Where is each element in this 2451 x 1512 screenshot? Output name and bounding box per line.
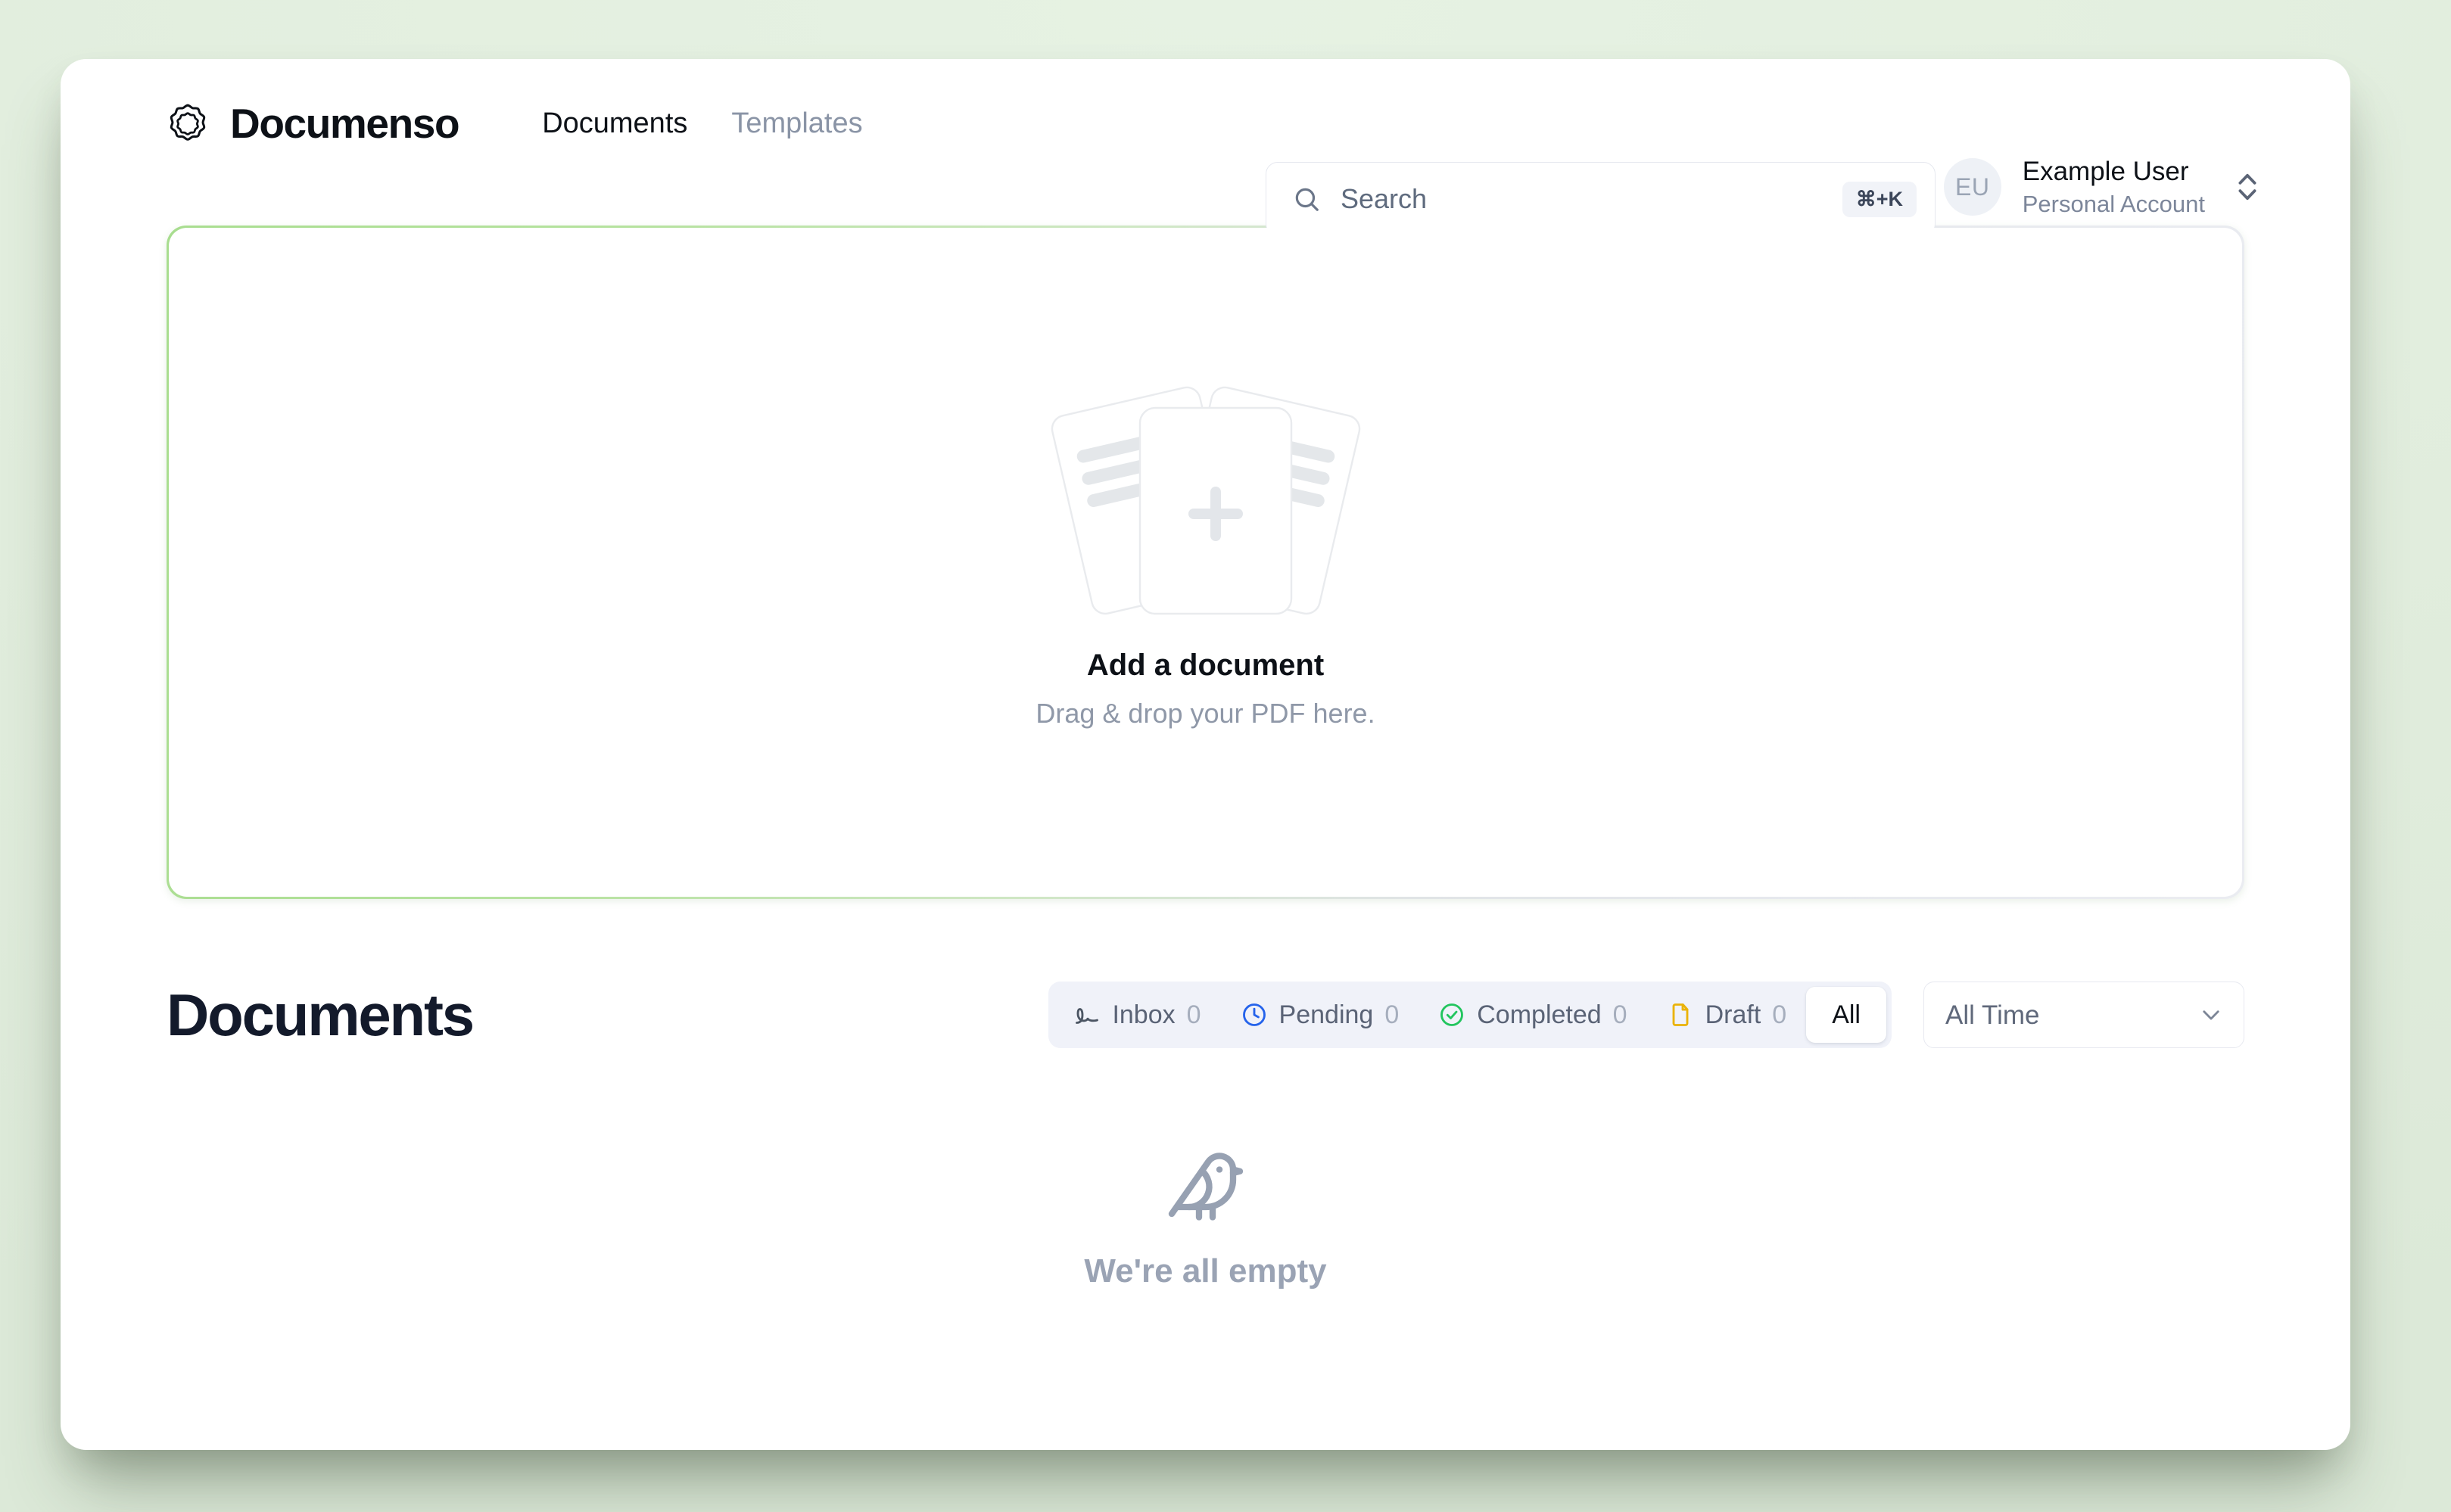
documents-empty-state: We're all empty (61, 1146, 2350, 1317)
document-dropzone[interactable]: Add a document Drag & drop your PDF here… (169, 228, 2242, 897)
nav-link-templates[interactable]: Templates (731, 109, 862, 138)
tab-draft[interactable]: Draft 0 (1647, 987, 1807, 1043)
dropzone-subtitle: Drag & drop your PDF here. (1036, 698, 1375, 729)
tab-all[interactable]: All (1806, 987, 1886, 1043)
tab-pending-count: 0 (1384, 1000, 1400, 1029)
tab-inbox-count: 0 (1186, 1000, 1201, 1029)
brand-logo-link[interactable]: Documenso (167, 99, 460, 147)
tab-all-label: All (1832, 1000, 1861, 1029)
signature-icon (1076, 1008, 1099, 1024)
search-icon (1295, 188, 1319, 211)
search-input[interactable]: Search ⌘+K (1266, 162, 1936, 236)
tab-pending-label: Pending (1278, 1000, 1374, 1029)
clock-icon (1242, 1003, 1266, 1026)
search-shortcut-badge: ⌘+K (1842, 181, 1917, 217)
tab-draft-label: Draft (1705, 1000, 1761, 1029)
tab-completed-label: Completed (1477, 1000, 1602, 1029)
dropzone-title: Add a document (1086, 649, 1325, 682)
search-container: Search ⌘+K (1266, 162, 1936, 236)
tab-completed-count: 0 (1612, 1000, 1627, 1029)
app-window-card: Documenso Documents Templates Search ⌘+K… (61, 59, 2350, 1450)
dropzone-border: Add a document Drag & drop your PDF here… (167, 226, 2244, 899)
date-range-select[interactable]: All Time (1923, 982, 2244, 1048)
top-navigation-bar: Documenso Documents Templates Search ⌘+K… (61, 59, 2350, 236)
date-range-value: All Time (1945, 1000, 2040, 1030)
tab-inbox-label: Inbox (1112, 1000, 1176, 1029)
nav-link-documents[interactable]: Documents (542, 109, 687, 138)
empty-state-title: We're all empty (1084, 1252, 1327, 1290)
check-circle-icon (1440, 1003, 1464, 1026)
tab-completed[interactable]: Completed 0 (1419, 987, 1646, 1043)
account-switcher[interactable]: EU Example User Personal Account (1943, 156, 2259, 219)
bird-icon (1168, 1153, 1243, 1221)
stacked-documents-with-plus-icon (1051, 386, 1360, 615)
chevron-down-icon (2203, 1010, 2219, 1020)
tab-inbox[interactable]: Inbox 0 (1054, 987, 1220, 1043)
tab-draft-count: 0 (1772, 1000, 1787, 1029)
primary-nav: Documents Templates (542, 109, 862, 138)
avatar: EU (1943, 158, 2001, 216)
file-icon (1672, 1003, 1689, 1026)
page-title: Documents (167, 982, 475, 1048)
account-subtitle: Personal Account (2022, 191, 2205, 218)
status-filter-tabs: Inbox 0 Pending 0 Completed 0 Draft 0 Al… (1048, 982, 1892, 1048)
search-placeholder: Search (1341, 183, 1428, 214)
account-text: Example User Personal Account (2023, 156, 2205, 219)
documents-header-row: Documents Inbox 0 Pending 0 Completed 0 … (167, 973, 2244, 1056)
account-name: Example User (2022, 157, 2189, 186)
tab-pending[interactable]: Pending 0 (1221, 987, 1419, 1043)
chevron-up-down-icon (2238, 174, 2256, 201)
documenso-seal-icon (170, 104, 206, 141)
brand-name: Documenso (230, 99, 460, 147)
documents-toolbar: Inbox 0 Pending 0 Completed 0 Draft 0 Al… (1048, 982, 2244, 1048)
